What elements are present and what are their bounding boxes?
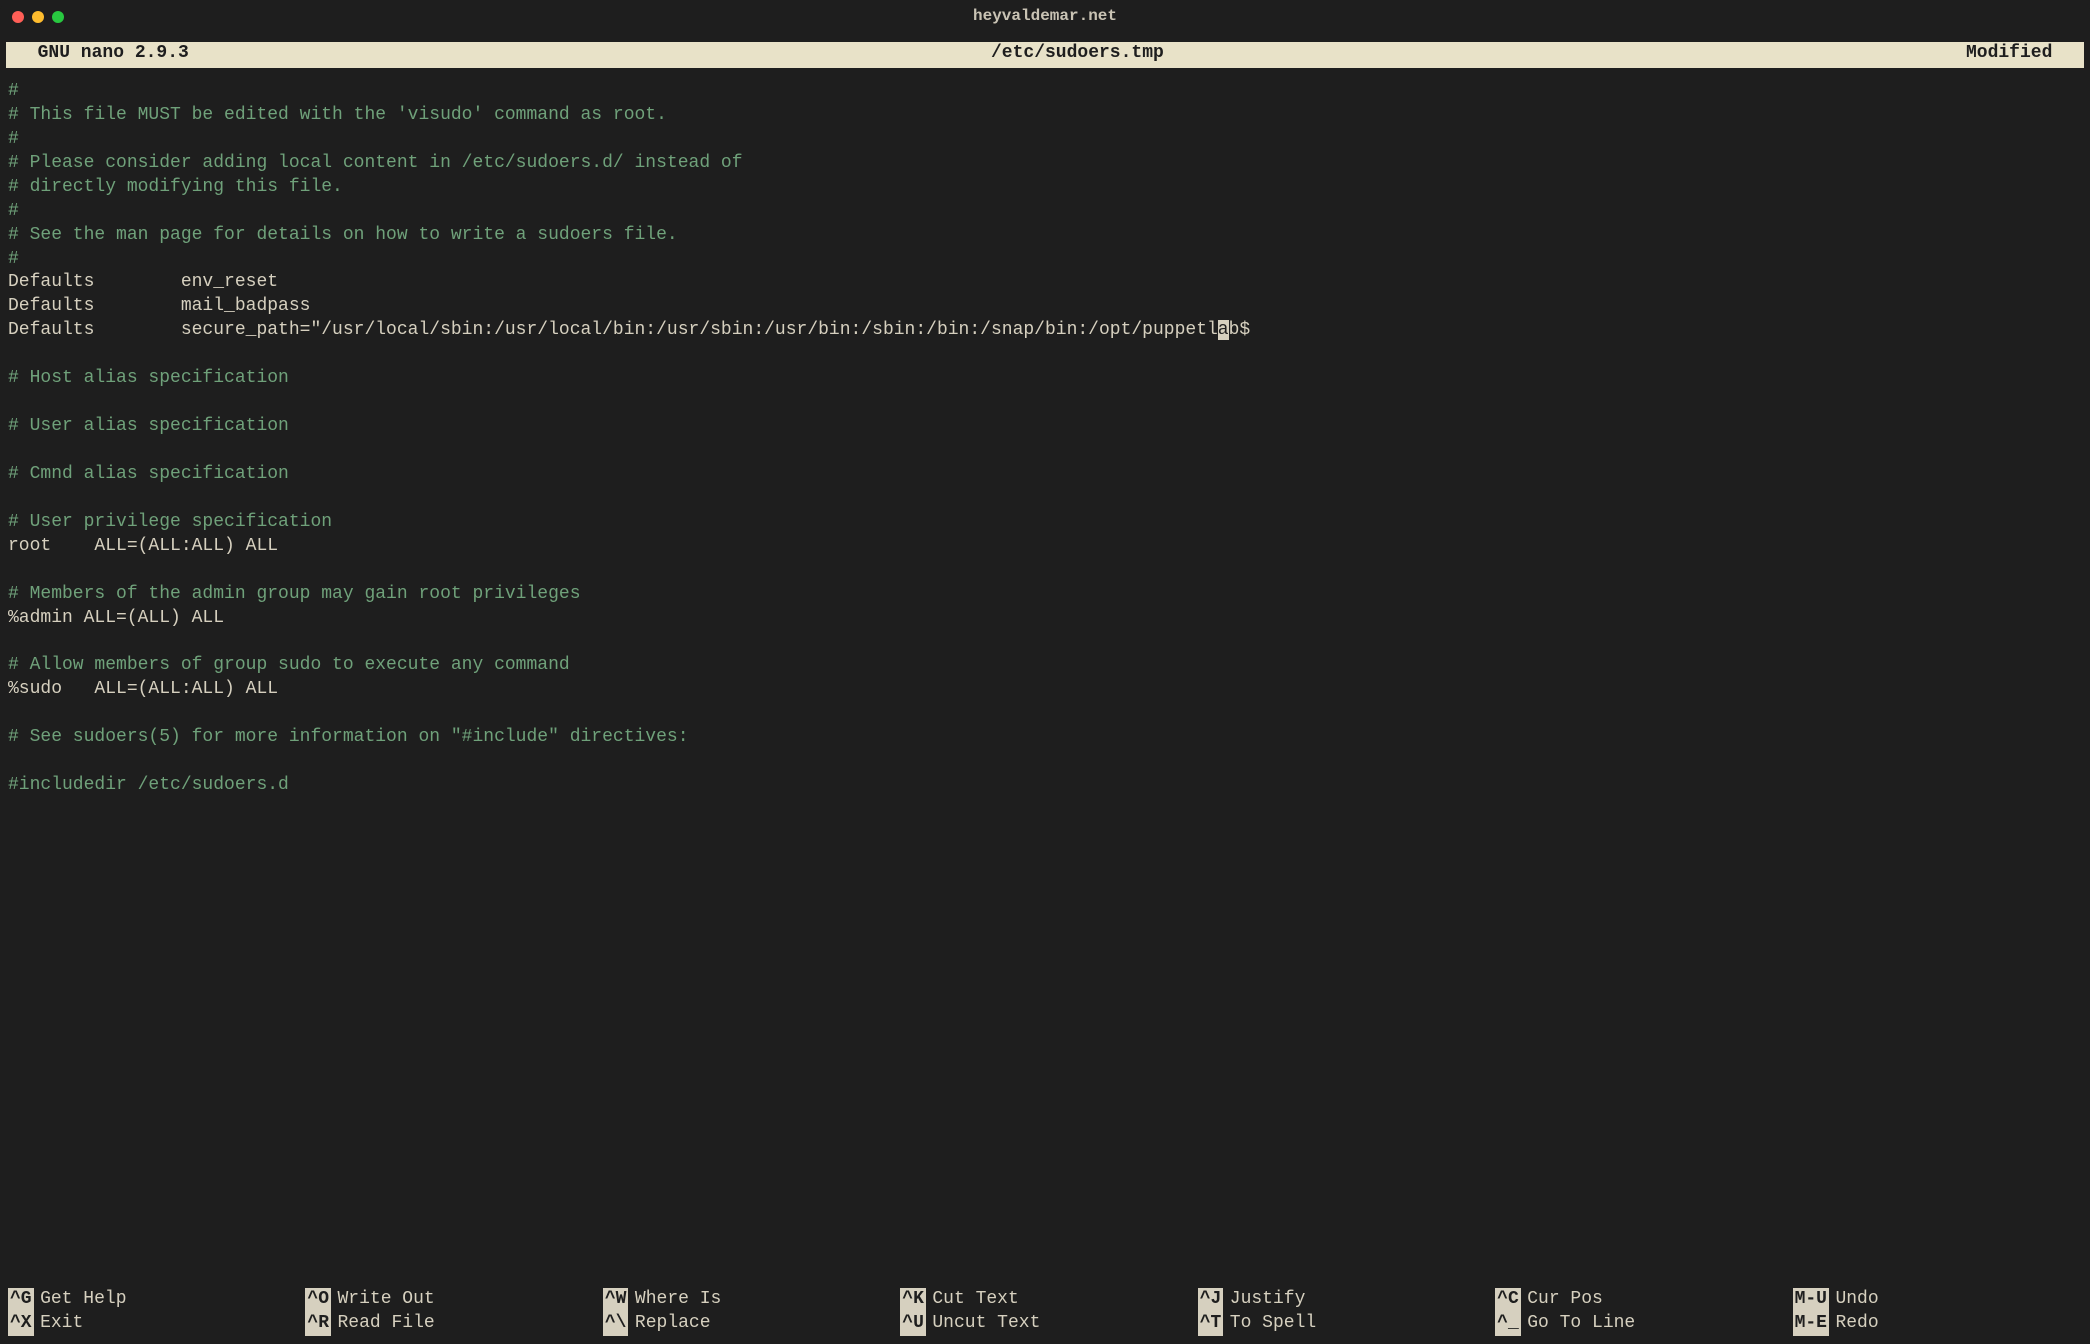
editor-line: # Allow members of group sudo to execute… — [8, 654, 2082, 678]
shortcut-key: ^X — [8, 1312, 34, 1336]
editor-line: # — [8, 80, 2082, 104]
shortcut-label: Go To Line — [1527, 1312, 1635, 1336]
nano-header: GNU nano 2.9.3 /etc/sudoers.tmp Modified — [6, 42, 2084, 68]
shortcut-key: ^O — [305, 1288, 331, 1312]
shortcut-label: Undo — [1835, 1288, 1878, 1312]
shortcut-item[interactable]: ^R Read File — [305, 1312, 594, 1336]
shortcut-item[interactable]: M-ERedo — [1793, 1312, 2082, 1336]
window-title: heyvaldemar.net — [0, 6, 2090, 27]
editor-line: # Members of the admin group may gain ro… — [8, 583, 2082, 607]
shortcut-label: Justify — [1230, 1288, 1306, 1312]
editor-line — [8, 487, 2082, 511]
editor-line: %sudo ALL=(ALL:ALL) ALL — [8, 678, 2082, 702]
editor-line — [8, 702, 2082, 726]
editor-line: Defaults secure_path="/usr/local/sbin:/u… — [8, 319, 2082, 343]
nano-version: GNU nano 2.9.3 — [16, 42, 189, 66]
shortcut-label: Where Is — [635, 1288, 721, 1312]
shortcut-item[interactable]: ^\Replace — [603, 1312, 892, 1336]
shortcut-item[interactable]: ^UUncut Text — [900, 1312, 1189, 1336]
shortcut-item[interactable]: ^XExit — [8, 1312, 297, 1336]
shortcut-item[interactable]: ^GGet Help — [8, 1288, 297, 1312]
shortcut-label: Uncut Text — [932, 1312, 1040, 1336]
editor-line — [8, 343, 2082, 367]
editor-line: # Please consider adding local content i… — [8, 152, 2082, 176]
editor-line — [8, 391, 2082, 415]
editor-line — [8, 750, 2082, 774]
shortcut-label: Write Out — [338, 1288, 435, 1312]
shortcut-key: ^_ — [1495, 1312, 1521, 1336]
editor-line: # Host alias specification — [8, 367, 2082, 391]
shortcut-item[interactable]: M-UUndo — [1793, 1288, 2082, 1312]
editor-line: #includedir /etc/sudoers.d — [8, 774, 2082, 798]
editor-line: # — [8, 248, 2082, 272]
nano-filename: /etc/sudoers.tmp — [189, 42, 1966, 66]
editor-line: # This file MUST be edited with the 'vis… — [8, 104, 2082, 128]
editor-line: # See the man page for details on how to… — [8, 224, 2082, 248]
close-window-button[interactable] — [12, 11, 24, 23]
editor-line: # Cmnd alias specification — [8, 463, 2082, 487]
editor-line: # User privilege specification — [8, 511, 2082, 535]
shortcut-label: Read File — [338, 1312, 435, 1336]
shortcut-item[interactable]: ^TTo Spell — [1198, 1312, 1487, 1336]
zoom-window-button[interactable] — [52, 11, 64, 23]
shortcut-key: M-E — [1793, 1312, 1829, 1336]
shortcut-key: ^W — [603, 1288, 629, 1312]
shortcut-key: ^T — [1198, 1312, 1224, 1336]
shortcut-item[interactable]: ^WWhere Is — [603, 1288, 892, 1312]
shortcut-key: ^\ — [603, 1312, 629, 1336]
shortcut-label: Redo — [1835, 1312, 1878, 1336]
editor-line: # See sudoers(5) for more information on… — [8, 726, 2082, 750]
shortcut-key: M-U — [1793, 1288, 1829, 1312]
text-cursor: a — [1218, 320, 1229, 340]
editor-line — [8, 439, 2082, 463]
shortcut-label: Exit — [40, 1312, 83, 1336]
titlebar: heyvaldemar.net — [0, 0, 2090, 34]
shortcut-key: ^J — [1198, 1288, 1224, 1312]
window-controls — [12, 11, 64, 23]
shortcut-label: Cut Text — [932, 1288, 1018, 1312]
editor-line: # User alias specification — [8, 415, 2082, 439]
shortcut-key: ^R — [305, 1312, 331, 1336]
terminal-window: heyvaldemar.net GNU nano 2.9.3 /etc/sudo… — [0, 0, 2090, 1344]
editor-line — [8, 559, 2082, 583]
shortcut-key: ^C — [1495, 1288, 1521, 1312]
editor-line: # directly modifying this file. — [8, 176, 2082, 200]
editor-line: Defaults env_reset — [8, 271, 2082, 295]
shortcut-item[interactable]: ^KCut Text — [900, 1288, 1189, 1312]
editor-line: %admin ALL=(ALL) ALL — [8, 607, 2082, 631]
shortcut-label: Cur Pos — [1527, 1288, 1603, 1312]
editor-line: Defaults mail_badpass — [8, 295, 2082, 319]
editor-line — [8, 631, 2082, 655]
shortcut-key: ^K — [900, 1288, 926, 1312]
shortcut-item[interactable]: ^O Write Out — [305, 1288, 594, 1312]
shortcut-key: ^G — [8, 1288, 34, 1312]
minimize-window-button[interactable] — [32, 11, 44, 23]
shortcut-label: Get Help — [40, 1288, 126, 1312]
shortcut-label: To Spell — [1230, 1312, 1316, 1336]
shortcut-item[interactable]: ^CCur Pos — [1495, 1288, 1784, 1312]
shortcut-item[interactable]: ^JJustify — [1198, 1288, 1487, 1312]
shortcut-bar: ^GGet Help ^O Write Out ^WWhere Is ^KCut Tex… — [0, 1288, 2090, 1344]
nano-status: Modified — [1966, 42, 2074, 66]
shortcut-label: Replace — [635, 1312, 711, 1336]
editor-line: # — [8, 128, 2082, 152]
editor-line: root ALL=(ALL:ALL) ALL — [8, 535, 2082, 559]
editor-content[interactable]: ## This file MUST be edited with the 'vi… — [0, 68, 2090, 1288]
shortcut-key: ^U — [900, 1312, 926, 1336]
shortcut-item[interactable]: ^_Go To Line — [1495, 1312, 1784, 1336]
editor-line: # — [8, 200, 2082, 224]
